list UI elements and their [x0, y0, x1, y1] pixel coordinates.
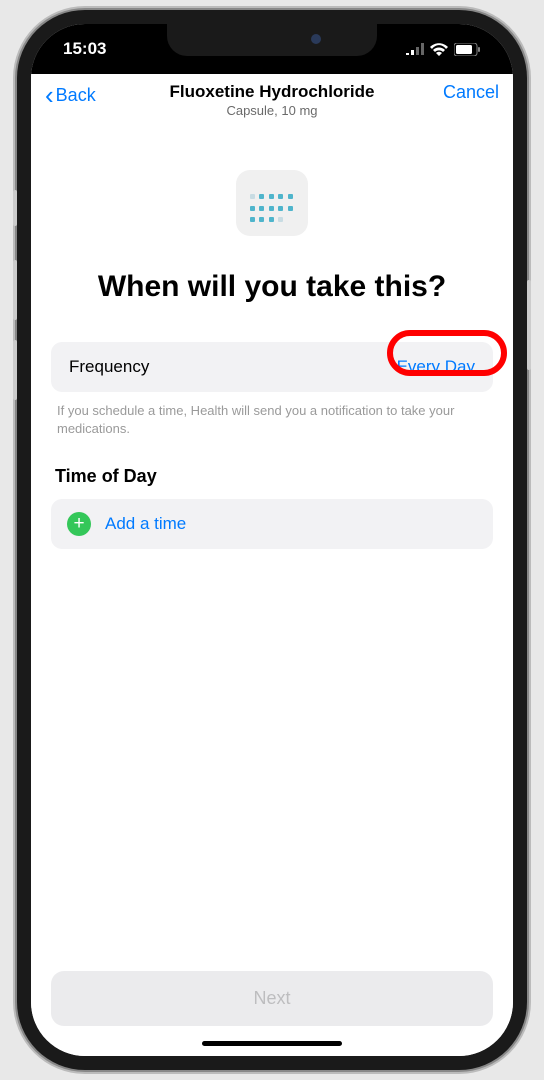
content: ‹ Back Fluoxetine Hydrochloride Capsule,…	[31, 74, 513, 1056]
wifi-icon	[430, 43, 448, 56]
calendar-icon-wrap	[51, 170, 493, 236]
frequency-row[interactable]: Frequency Every Day	[51, 342, 493, 392]
add-time-label: Add a time	[105, 514, 186, 534]
next-button[interactable]: Next	[51, 971, 493, 1026]
home-indicator[interactable]	[202, 1041, 342, 1046]
cancel-button[interactable]: Cancel	[443, 82, 499, 103]
power-button	[527, 280, 531, 370]
cellular-icon	[406, 43, 424, 55]
nav-title-group: Fluoxetine Hydrochloride Capsule, 10 mg	[170, 82, 375, 118]
back-label: Back	[56, 85, 96, 106]
back-button[interactable]: ‹ Back	[45, 82, 96, 108]
plus-icon: +	[67, 512, 91, 536]
mute-switch	[13, 190, 17, 226]
add-time-button[interactable]: + Add a time	[51, 499, 493, 549]
page-heading: When will you take this?	[51, 268, 493, 306]
main-area: When will you take this? Frequency Every…	[31, 132, 513, 971]
frequency-value[interactable]: Every Day	[397, 357, 475, 377]
volume-up-button	[13, 260, 17, 320]
frequency-label: Frequency	[69, 357, 149, 377]
phone-frame: 15:03 ‹ Back Fluoxetine Hydrochloride Ca…	[17, 10, 527, 1070]
navigation-bar: ‹ Back Fluoxetine Hydrochloride Capsule,…	[31, 74, 513, 132]
nav-title: Fluoxetine Hydrochloride	[170, 82, 375, 102]
screen: 15:03 ‹ Back Fluoxetine Hydrochloride Ca…	[31, 24, 513, 1056]
time-of-day-title: Time of Day	[55, 466, 493, 487]
notch	[167, 24, 377, 56]
battery-icon	[454, 43, 481, 56]
helper-text: If you schedule a time, Health will send…	[51, 392, 493, 438]
status-time: 15:03	[63, 39, 106, 59]
nav-subtitle: Capsule, 10 mg	[170, 103, 375, 118]
chevron-left-icon: ‹	[45, 82, 54, 108]
volume-down-button	[13, 340, 17, 400]
status-icons	[406, 43, 481, 56]
calendar-icon	[236, 170, 308, 236]
